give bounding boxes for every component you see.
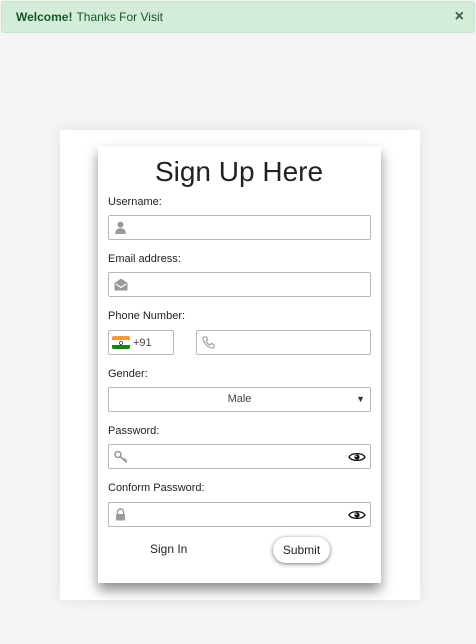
country-code-value: +91 (133, 337, 152, 349)
email-label: Email address: (108, 253, 181, 265)
alert-strong-text: Welcome! (16, 10, 73, 24)
welcome-alert: Welcome! Thanks For Visit × (1, 1, 475, 33)
username-label: Username: (108, 196, 162, 208)
alert-message: Thanks For Visit (76, 10, 163, 24)
password-label: Password: (108, 425, 160, 437)
gender-select[interactable]: Male ▼ (108, 387, 371, 412)
gender-selected-value: Male (227, 393, 252, 405)
phone-label: Phone Number: (108, 310, 186, 322)
sign-in-link[interactable]: Sign In (150, 542, 187, 556)
user-icon (115, 221, 126, 234)
close-icon[interactable]: × (455, 8, 464, 26)
phone-input[interactable] (196, 330, 371, 355)
confirm-password-label: Conform Password: (108, 482, 205, 494)
username-input[interactable] (108, 215, 371, 240)
lock-icon (116, 508, 125, 521)
submit-button[interactable]: Submit (273, 537, 330, 563)
key-icon (114, 450, 128, 463)
phone-icon (202, 336, 215, 349)
country-code-select[interactable]: +91 (108, 330, 174, 355)
confirm-password-input[interactable] (108, 502, 371, 527)
page-title: Sign Up Here (154, 156, 324, 187)
envelope-icon (114, 278, 128, 291)
eye-icon[interactable] (348, 450, 366, 464)
chevron-down-icon: ▼ (356, 394, 365, 404)
password-input[interactable] (108, 444, 371, 469)
gender-label: Gender: (108, 368, 148, 380)
email-input[interactable] (108, 272, 371, 297)
india-flag-icon (112, 336, 130, 349)
eye-icon[interactable] (348, 508, 366, 522)
